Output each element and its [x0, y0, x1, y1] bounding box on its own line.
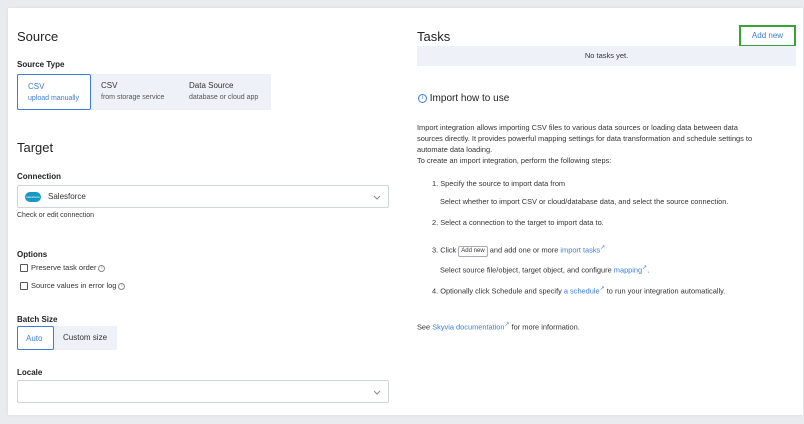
howto-step-2: 2. Select a connection to the target to …: [432, 218, 604, 227]
source-values-checkbox[interactable]: [20, 282, 28, 290]
add-new-button[interactable]: Add new: [739, 25, 796, 47]
howto-intro-line-1: Import integration allows importing CSV …: [417, 123, 738, 132]
preserve-order-text: Preserve task order i: [31, 263, 106, 272]
check-connection-link[interactable]: Check or edit connection: [17, 212, 94, 219]
howto-intro: Import integration allows importing CSV …: [417, 122, 802, 166]
howto-step-4: 4. Optionally click Schedule and specify…: [432, 284, 725, 296]
source-values-label: Source values in error log: [31, 281, 117, 290]
import-panel: Source Source Type CSV upload manually C…: [8, 8, 803, 415]
howto-intro-line-2: sources directly. It provides powerful m…: [417, 134, 753, 143]
howto-step-3-sub-end: .: [647, 265, 650, 275]
info-icon[interactable]: i: [98, 264, 106, 272]
info-icon: i: [418, 93, 427, 103]
source-values-text: Source values in error log i: [31, 281, 126, 290]
source-type-data-source-sub: database or cloud app: [189, 94, 259, 101]
chevron-down-icon: [373, 195, 381, 200]
connection-value: Salesforce: [48, 192, 86, 201]
skyvia-docs-link[interactable]: Skyvia documentation: [432, 322, 504, 331]
preserve-order-label: Preserve task order: [31, 263, 97, 272]
howto-intro-line-4: To create an import integration, perform…: [417, 156, 612, 165]
preserve-order-checkbox[interactable]: [20, 264, 28, 272]
source-type-csv-manual-label: CSV: [28, 82, 45, 91]
connection-label: Connection: [17, 172, 61, 181]
batch-custom-button[interactable]: Custom size: [54, 326, 117, 350]
info-icon[interactable]: i: [118, 282, 126, 290]
locale-select[interactable]: [17, 380, 389, 403]
howto-title: Import how to use: [429, 93, 510, 104]
tasks-heading: Tasks: [417, 29, 451, 44]
batch-auto-button[interactable]: Auto: [17, 326, 54, 350]
connection-select[interactable]: salesforce Salesforce: [17, 185, 389, 208]
source-type-csv-storage-sub: from storage service: [101, 94, 165, 101]
source-type-csv-manual-sub: upload manually: [28, 95, 79, 102]
howto-step-4-a: 4. Optionally click Schedule and specify: [432, 286, 562, 296]
source-type-csv-storage[interactable]: CSV from storage service: [91, 74, 179, 110]
schedule-link[interactable]: a schedule: [564, 286, 600, 295]
source-type-data-source-label: Data Source: [189, 81, 234, 90]
howto-step-3: 3. Click Add new and add one or more imp…: [432, 243, 606, 258]
batch-size-selector: Auto Custom size: [17, 326, 117, 350]
source-type-csv-manual[interactable]: CSV upload manually: [17, 74, 91, 110]
inline-add-new-badge: Add new: [458, 246, 488, 258]
howto-step-3-sub-a: Select source file/object, target object…: [440, 265, 612, 275]
mapping-link[interactable]: mapping: [614, 265, 642, 274]
howto-step-4-b: to run your integration automatically.: [606, 286, 726, 296]
source-type-selector: CSV upload manually CSV from storage ser…: [17, 74, 271, 110]
locale-label: Locale: [17, 368, 43, 377]
howto-step-3-b: and add one or more: [489, 245, 559, 255]
howto-step-3-a: 3. Click: [432, 245, 457, 255]
source-type-label: Source Type: [17, 60, 65, 69]
chevron-down-icon: [373, 390, 381, 395]
source-heading: Source: [17, 29, 59, 44]
source-type-data-source[interactable]: Data Source database or cloud app: [179, 74, 271, 110]
batch-size-label: Batch Size: [17, 315, 58, 324]
external-link-icon: ↗: [599, 286, 605, 292]
see-docs-b: for more information.: [511, 322, 580, 332]
howto-intro-line-3: automate data loading.: [417, 145, 493, 154]
howto-step-1-sub: Select whether to import CSV or cloud/da…: [440, 197, 729, 206]
external-link-icon: ↗: [600, 245, 606, 251]
import-tasks-link[interactable]: import tasks: [560, 245, 600, 254]
howto-step-1: 1. Specify the source to import data fro…: [432, 179, 566, 188]
external-link-icon: ↗: [504, 322, 510, 328]
howto-heading: i Import how to use: [418, 93, 509, 104]
howto-step-3-sub: Select source file/object, target object…: [440, 263, 649, 275]
howto-see-docs: See Skyvia documentation↗ for more infor…: [417, 320, 580, 332]
tasks-empty-message: No tasks yet.: [417, 46, 796, 66]
see-docs-a: See: [417, 322, 431, 332]
source-type-csv-storage-label: CSV: [101, 81, 118, 90]
salesforce-logo-icon: salesforce: [25, 192, 41, 202]
options-label: Options: [17, 250, 48, 259]
target-heading: Target: [17, 140, 54, 155]
